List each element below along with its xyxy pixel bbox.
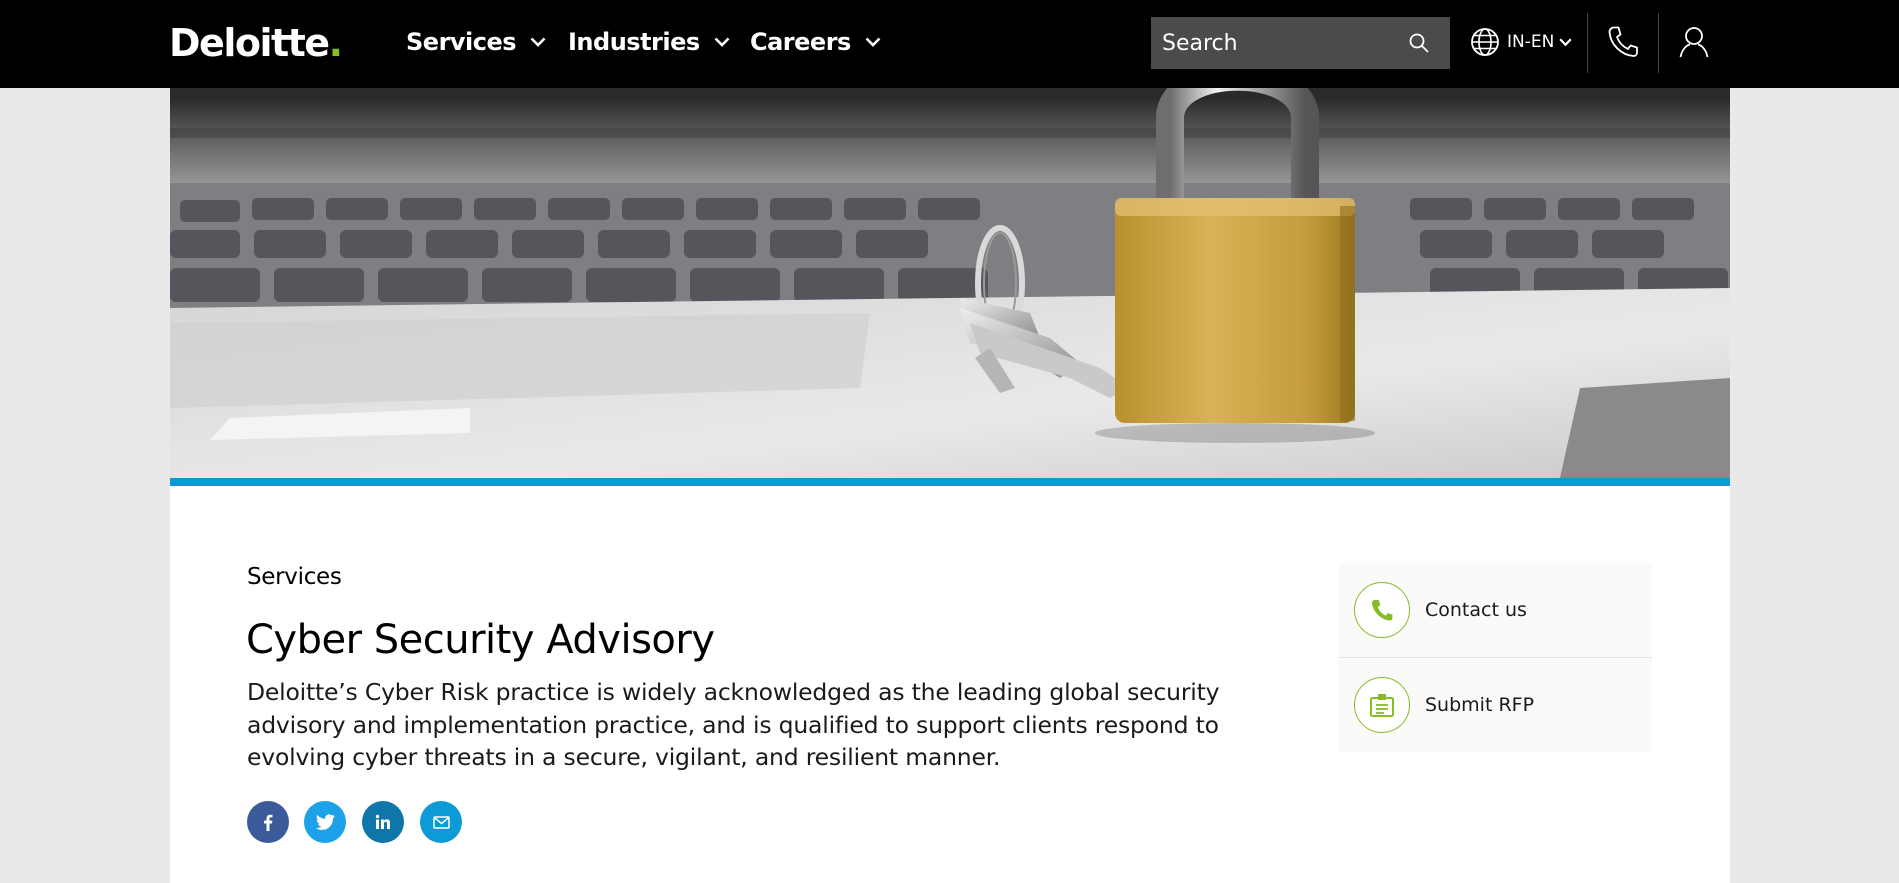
nav-industries[interactable]: Industries bbox=[568, 24, 730, 60]
phone-icon[interactable] bbox=[1607, 25, 1639, 59]
contact-us-link[interactable]: Contact us bbox=[1339, 563, 1652, 657]
hero-image bbox=[170, 88, 1730, 478]
share-twitter-button[interactable] bbox=[304, 801, 346, 843]
language-label: IN-EN bbox=[1507, 32, 1555, 52]
submit-rfp-label: Submit RFP bbox=[1425, 694, 1535, 716]
globe-icon bbox=[1471, 28, 1499, 56]
contact-us-label: Contact us bbox=[1425, 599, 1527, 621]
nav-services[interactable]: Services bbox=[406, 24, 546, 60]
phone-icon bbox=[1372, 600, 1393, 621]
nav-services-label: Services bbox=[406, 28, 517, 56]
header-divider bbox=[1587, 13, 1588, 73]
site-header: Deloitte. Services Industries Careers IN… bbox=[0, 0, 1899, 88]
share-facebook-button[interactable] bbox=[247, 801, 289, 843]
nav-careers[interactable]: Careers bbox=[750, 24, 881, 60]
deloitte-logo[interactable]: Deloitte. bbox=[169, 20, 343, 66]
logo-dot: . bbox=[328, 21, 343, 65]
facebook-icon bbox=[264, 814, 273, 831]
chevron-down-icon bbox=[714, 37, 730, 47]
page-description: Deloitte’s Cyber Risk practice is widely… bbox=[247, 678, 1220, 771]
quick-actions-card: Contact us Submit RFP bbox=[1339, 563, 1652, 752]
user-icon[interactable] bbox=[1678, 25, 1710, 59]
contact-icon-circle bbox=[1354, 582, 1410, 638]
search-input[interactable] bbox=[1151, 17, 1391, 69]
logo-text: Deloitte bbox=[169, 21, 330, 65]
search-box bbox=[1151, 17, 1450, 69]
twitter-icon bbox=[315, 814, 335, 830]
linkedin-icon bbox=[375, 814, 390, 829]
search-icon[interactable] bbox=[1408, 32, 1430, 54]
nav-industries-label: Industries bbox=[568, 28, 700, 56]
share-linkedin-button[interactable] bbox=[362, 801, 404, 843]
chevron-down-icon bbox=[1559, 37, 1572, 46]
section-eyebrow[interactable]: Services bbox=[247, 564, 342, 590]
document-icon bbox=[1370, 694, 1394, 717]
nav-careers-label: Careers bbox=[750, 28, 851, 56]
page-title: Cyber Security Advisory bbox=[246, 617, 715, 663]
header-divider bbox=[1658, 13, 1659, 73]
hero-accent-bar bbox=[170, 478, 1730, 486]
chevron-down-icon bbox=[865, 37, 881, 47]
email-icon bbox=[432, 815, 450, 829]
share-email-button[interactable] bbox=[420, 801, 462, 843]
padlock-keys-laptop-image bbox=[170, 88, 1730, 478]
chevron-down-icon bbox=[530, 37, 546, 47]
rfp-icon-circle bbox=[1354, 677, 1410, 733]
language-selector[interactable]: IN-EN bbox=[1470, 24, 1572, 60]
submit-rfp-link[interactable]: Submit RFP bbox=[1339, 658, 1652, 752]
